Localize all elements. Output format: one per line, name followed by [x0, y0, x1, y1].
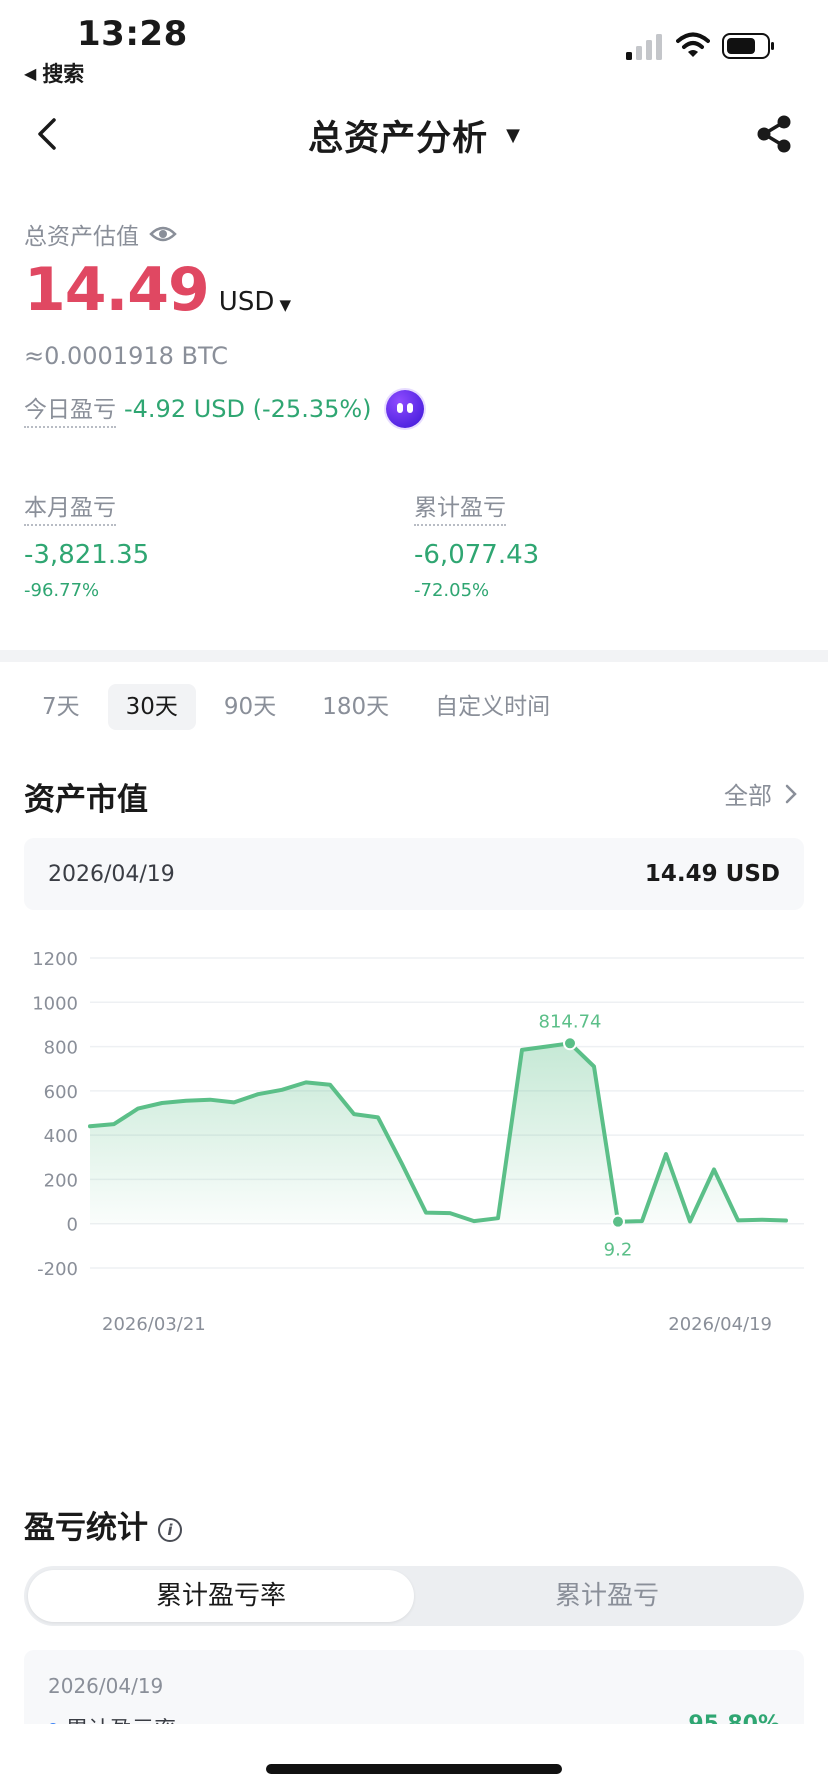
total-assets-label-text: 总资产估值 [24, 224, 139, 250]
cellular-signal-icon [626, 34, 662, 60]
wifi-icon [676, 32, 710, 57]
pnl-stat-row: 累计盈亏率 95.80% [48, 1712, 780, 1724]
bottom-safe-area [0, 1724, 828, 1792]
total-assets-amount: 14.49 [24, 255, 210, 325]
y-tick-label: 600 [44, 1082, 78, 1103]
pnl-stat-legend: 累计盈亏率 [48, 1712, 176, 1724]
cumulative-pnl-percent: -72.05% [414, 580, 490, 601]
x-tick-label-end: 2026/04/19 [668, 1314, 772, 1335]
total-assets-value: 14.49 USD ▼ [24, 255, 291, 325]
section-divider [0, 650, 828, 662]
market-value-title: 资产市值 [24, 782, 148, 818]
share-icon[interactable] [754, 112, 794, 156]
pnl-stat-card: 2026/04/19 累计盈亏率 95.80% [24, 1650, 804, 1724]
selected-point-bar: 2026/04/19 14.49 USD [24, 838, 804, 910]
total-assets-label: 总资产估值 [24, 217, 177, 251]
tab-custom-range[interactable]: 自定义时间 [417, 684, 568, 730]
eye-icon[interactable] [149, 224, 177, 244]
cumulative-pnl-value: -6,077.43 [414, 540, 540, 570]
tab-cumulative-rate[interactable]: 累计盈亏率 [28, 1570, 414, 1622]
data-label: 9.2 [604, 1240, 633, 1261]
pnl-stats-title-row: 盈亏统计 i [24, 1502, 182, 1547]
x-tick-label-start: 2026/03/21 [102, 1314, 206, 1335]
today-pnl-label[interactable]: 今日盈亏 [24, 390, 116, 428]
month-pnl-value: -3,821.35 [24, 540, 150, 570]
caret-down-icon: ▼ [279, 296, 291, 314]
pnl-stat-row-label: 累计盈亏率 [66, 1712, 176, 1724]
cumulative-pnl: 累计盈亏 -6,077.43 -72.05% [414, 488, 539, 601]
view-all-link[interactable]: 全部 [724, 776, 798, 811]
tab-cumulative-pnl[interactable]: 累计盈亏 [414, 1570, 800, 1622]
cumulative-pnl-label[interactable]: 累计盈亏 [414, 488, 506, 526]
currency-selector[interactable]: USD ▼ [219, 287, 291, 317]
tab-90d[interactable]: 90天 [206, 684, 294, 730]
asset-value-chart[interactable]: 1200 1000 800 600 400 200 0 -200 814.74 9.2 2026… [0, 930, 828, 1440]
y-tick-label: 0 [67, 1215, 78, 1236]
tab-30d[interactable]: 30天 [107, 684, 196, 730]
currency-label: USD [218, 287, 275, 317]
pnl-stat-row-value: 95.80% [688, 1712, 780, 1724]
y-tick-label: 800 [44, 1038, 78, 1059]
view-all-label: 全部 [724, 782, 772, 810]
y-tick-label: 200 [44, 1170, 78, 1191]
y-tick-label: 1200 [32, 949, 78, 970]
selected-value: 14.49 USD [644, 861, 780, 887]
y-tick-label: -200 [37, 1259, 78, 1280]
battery-icon [722, 33, 774, 59]
info-icon[interactable]: i [158, 1517, 182, 1542]
month-pnl: 本月盈亏 -3,821.35 -96.77% [24, 488, 149, 601]
month-pnl-percent: -96.77% [24, 580, 100, 601]
highlight-point [611, 1214, 625, 1229]
y-tick-label: 400 [44, 1126, 78, 1147]
y-tick-label: 1000 [32, 993, 78, 1014]
pnl-stat-date: 2026/04/19 [48, 1674, 164, 1698]
back-triangle-icon: ◀ [24, 63, 37, 83]
status-bar: 13:28 ◀ 搜索 [0, 0, 828, 90]
pnl-stats-title: 盈亏统计 [24, 1510, 148, 1546]
pnl-segmented-control: 累计盈亏率 累计盈亏 [24, 1566, 804, 1626]
selected-date: 2026/04/19 [48, 861, 175, 887]
month-pnl-label[interactable]: 本月盈亏 [24, 488, 116, 526]
home-indicator [266, 1764, 562, 1774]
btc-equivalent: ≈0.0001918 BTC [24, 342, 228, 370]
chevron-right-icon [785, 784, 797, 803]
back-app-label: 搜索 [42, 62, 85, 86]
time-range-tabs: 7天 30天 90天 180天 自定义时间 [24, 684, 568, 730]
back-to-app-link[interactable]: ◀ 搜索 [24, 58, 84, 88]
caret-down-icon: ▼ [506, 125, 520, 146]
page-title: 总资产分析 [308, 119, 489, 159]
page-title-dropdown[interactable]: 总资产分析 ▼ [0, 110, 828, 161]
mascot-icon[interactable] [385, 390, 424, 428]
status-time: 13:28 [77, 14, 188, 54]
tab-7d[interactable]: 7天 [24, 684, 98, 730]
data-label: 814.74 [539, 1011, 602, 1032]
highlight-point [563, 1036, 577, 1051]
tab-180d[interactable]: 180天 [304, 684, 407, 730]
today-pnl-value: -4.92 USD (-25.35%) [124, 395, 372, 423]
today-pnl: 今日盈亏 -4.92 USD (-25.35%) [24, 390, 424, 428]
